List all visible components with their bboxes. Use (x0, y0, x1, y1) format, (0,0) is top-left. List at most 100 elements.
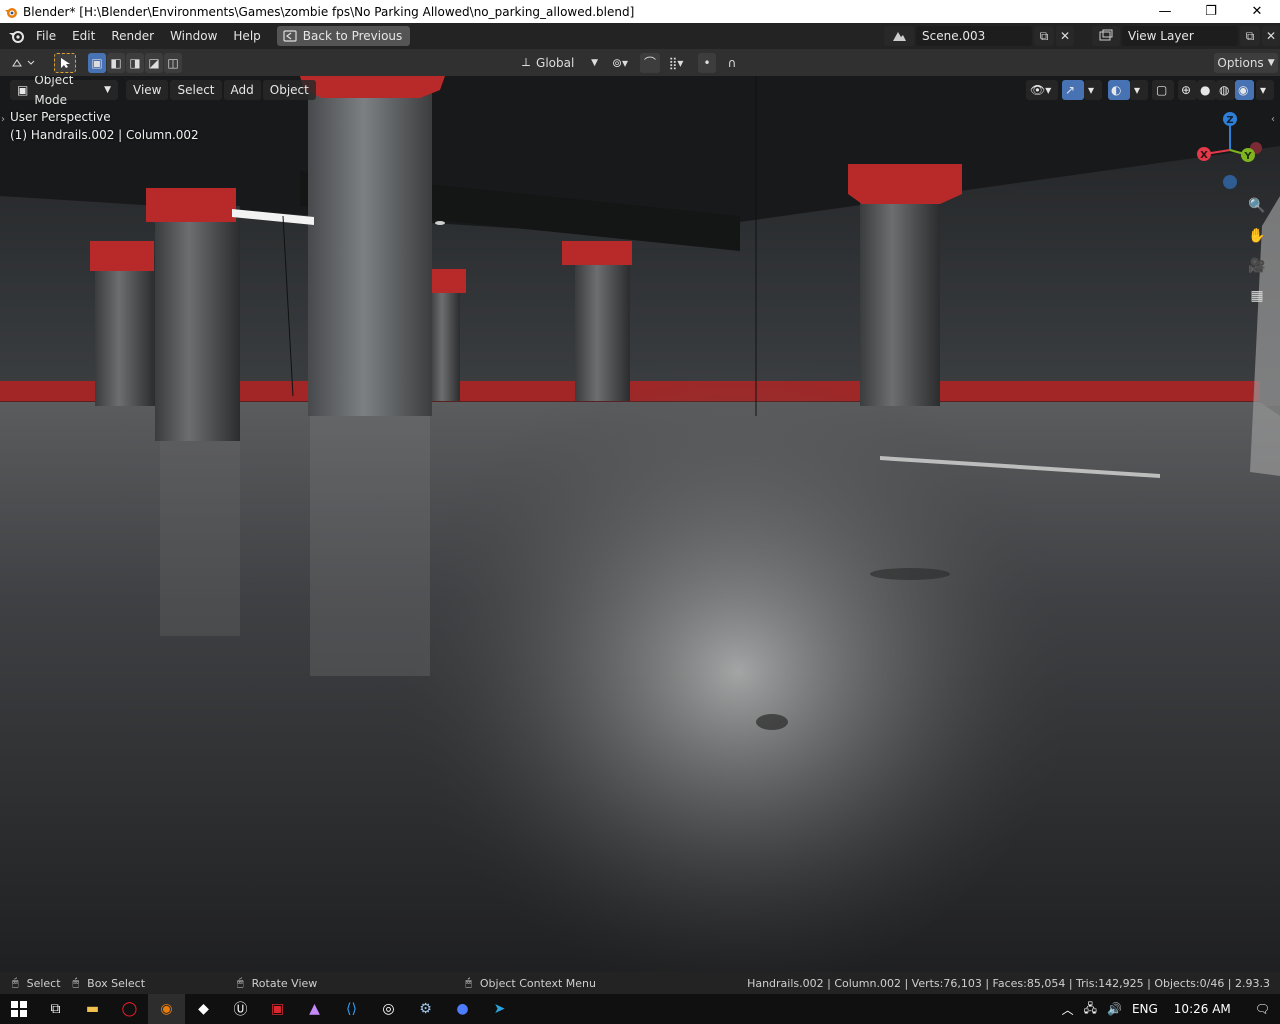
telegram-icon[interactable]: ➤ (481, 994, 518, 1024)
view-layer-new-icon[interactable]: ⧉ (1240, 26, 1260, 46)
object-mode-label: Object Mode (34, 76, 74, 107)
network-icon[interactable]: 🖧 (1084, 999, 1097, 1020)
status-bar: 🖱 Select 🖱 Box Select 🖱 Rotate View 🖱 Ob… (0, 972, 1280, 994)
notifications-icon[interactable]: 🗨 (1255, 1002, 1270, 1016)
back-to-previous-button[interactable]: Back to Previous (276, 26, 411, 46)
transform-orientation-dropdown[interactable]: ⟂ Global ▼ (518, 53, 598, 73)
navigation-gizmo[interactable]: Z X Y (1190, 110, 1270, 200)
shading-material-icon[interactable]: ◍ (1216, 80, 1235, 100)
gizmo-z-label: Z (1226, 115, 1233, 126)
xray-toggle-icon[interactable]: ▢ (1152, 80, 1174, 100)
tray-expand-icon[interactable]: ︿ (1062, 1001, 1074, 1018)
ortho-grid-icon[interactable]: ▦ (1244, 283, 1270, 309)
scene-browse-button[interactable] (884, 26, 914, 46)
select-tool-button[interactable] (54, 52, 76, 73)
menu-help[interactable]: Help (225, 26, 268, 46)
close-button[interactable]: ✕ (1234, 0, 1280, 23)
view-layer-browse-button[interactable] (1092, 26, 1120, 46)
viewport-menu-view[interactable]: View (126, 80, 169, 100)
file-explorer-icon[interactable]: ▬ (74, 994, 111, 1024)
pivot-point-dropdown[interactable]: ⊚▾ (604, 53, 636, 73)
mouse-left-icon: 🖱 (12, 976, 19, 989)
select-mode-intersect-icon[interactable]: ◫ (164, 52, 182, 73)
options-dropdown[interactable]: Options ▼ (1214, 52, 1278, 73)
shading-rendered-icon[interactable]: ◉ (1235, 80, 1254, 100)
viewport-menu-add[interactable]: Add (223, 80, 261, 100)
view-layer-field[interactable]: View Layer (1122, 26, 1238, 46)
app-blue-icon[interactable]: ● (444, 994, 481, 1024)
camera-view-icon[interactable]: 🎥 (1244, 253, 1270, 279)
gizmo-x-label: X (1200, 150, 1208, 161)
snap-toggle-icon[interactable]: ⌒ (640, 52, 660, 73)
task-view-icon[interactable]: ⧉ (37, 994, 74, 1024)
status-box-select-label: Box Select (87, 976, 146, 990)
gizmo-dropdown[interactable]: ▾ (1084, 80, 1102, 100)
editor-type-button[interactable] (6, 53, 40, 73)
system-tray: ︿ 🖧 🔊 ENG 10:26 AM 🗨 (1062, 999, 1280, 1020)
proportional-falloff-icon[interactable]: ∩ (718, 53, 746, 73)
zoom-icon[interactable]: 🔍 (1244, 193, 1270, 219)
viewport-menu-object[interactable]: Object (262, 80, 316, 100)
shading-dropdown[interactable]: ▾ (1256, 80, 1274, 100)
mouse-right-icon: 🖱 (237, 976, 244, 989)
3d-viewport[interactable]: ▣ Object Mode ▼ View Select Add Object 👁… (0, 76, 1280, 972)
minimize-button[interactable]: — (1142, 0, 1188, 23)
window-title: Blender* [H:\Blender\Environments\Games\… (23, 4, 635, 19)
view-layer-remove-icon[interactable]: ✕ (1262, 26, 1280, 46)
affinity-icon[interactable]: ▲ (296, 994, 333, 1024)
blender-taskbar-icon[interactable]: ◉ (148, 994, 185, 1024)
menu-file[interactable]: File (28, 26, 64, 46)
perspective-label: User Perspective (10, 110, 111, 124)
screen-back-icon (283, 30, 297, 42)
scene-stats: Handrails.002 | Column.002 | Verts:76,10… (747, 976, 1270, 990)
clock[interactable]: 10:26 AM (1174, 1002, 1231, 1016)
scene-icon (893, 32, 906, 41)
scene-name-field[interactable]: Scene.003 (916, 26, 1032, 46)
sidebar-expand-icon[interactable]: ‹ (1271, 114, 1275, 125)
menu-edit[interactable]: Edit (64, 26, 103, 46)
blender-logo-icon (5, 7, 17, 18)
language-indicator[interactable]: ENG (1132, 1002, 1158, 1016)
windows-start-icon[interactable] (0, 994, 37, 1024)
shading-wireframe-icon[interactable]: ⊕ (1178, 80, 1197, 100)
options-chevron-icon: ▼ (1267, 57, 1275, 68)
orientation-icon: ⟂ (522, 55, 531, 69)
volume-icon[interactable]: 🔊 (1107, 1002, 1122, 1016)
back-to-previous-label: Back to Previous (302, 29, 403, 43)
blender-menu-icon[interactable] (6, 26, 28, 46)
steam-icon[interactable]: ⚙ (407, 994, 444, 1024)
visibility-dropdown[interactable]: 👁▾ (1026, 80, 1058, 100)
snap-element-dropdown[interactable]: ⣿▾ (660, 53, 692, 73)
select-mode-new-icon[interactable]: ▣ (88, 52, 106, 73)
obs-icon[interactable]: ◎ (370, 994, 407, 1024)
opera-icon[interactable]: ◯ (111, 994, 148, 1024)
select-mode-invert-icon[interactable]: ◪ (145, 52, 163, 73)
scene-remove-icon[interactable]: ✕ (1056, 26, 1074, 46)
viewport-menu-select[interactable]: Select (170, 80, 222, 100)
maximize-button[interactable]: ❐ (1188, 0, 1234, 23)
transform-orientation-label: Global (536, 55, 575, 70)
status-rotate-view-label: Rotate View (251, 976, 318, 990)
app-launcher-icon[interactable]: ◆ (185, 994, 222, 1024)
pan-hand-icon[interactable]: ✋ (1244, 223, 1270, 249)
menu-window[interactable]: Window (162, 26, 225, 46)
scene-selector: Scene.003 ⧉ ✕ View Layer ⧉ ✕ (884, 26, 1280, 46)
overlays-toggle-icon[interactable]: ◐ (1108, 80, 1130, 100)
status-select-label: Select (26, 976, 61, 990)
object-mode-dropdown[interactable]: ▣ Object Mode ▼ (10, 76, 118, 107)
menu-render[interactable]: Render (103, 26, 162, 46)
select-mode-subtract-icon[interactable]: ◨ (126, 52, 144, 73)
viewport-scene-render (0, 76, 1280, 972)
select-mode-extend-icon[interactable]: ◧ (107, 52, 125, 73)
shading-solid-icon[interactable]: ● (1197, 80, 1216, 100)
overlays-dropdown[interactable]: ▾ (1130, 80, 1148, 100)
proportional-edit-icon[interactable]: • (698, 52, 716, 73)
vscode-icon[interactable]: ⟨⟩ (333, 994, 370, 1024)
view-layer-icon (1099, 29, 1113, 41)
scene-new-icon[interactable]: ⧉ (1034, 26, 1054, 46)
unreal-engine-icon[interactable]: Ⓤ (222, 994, 259, 1024)
toolbar-expand-icon[interactable]: › (1, 114, 5, 125)
mega-icon[interactable]: ▣ (259, 994, 296, 1024)
active-object-label: (1) Handrails.002 | Column.002 (10, 128, 199, 142)
gizmo-toggle-icon[interactable]: ↗ (1062, 80, 1084, 100)
